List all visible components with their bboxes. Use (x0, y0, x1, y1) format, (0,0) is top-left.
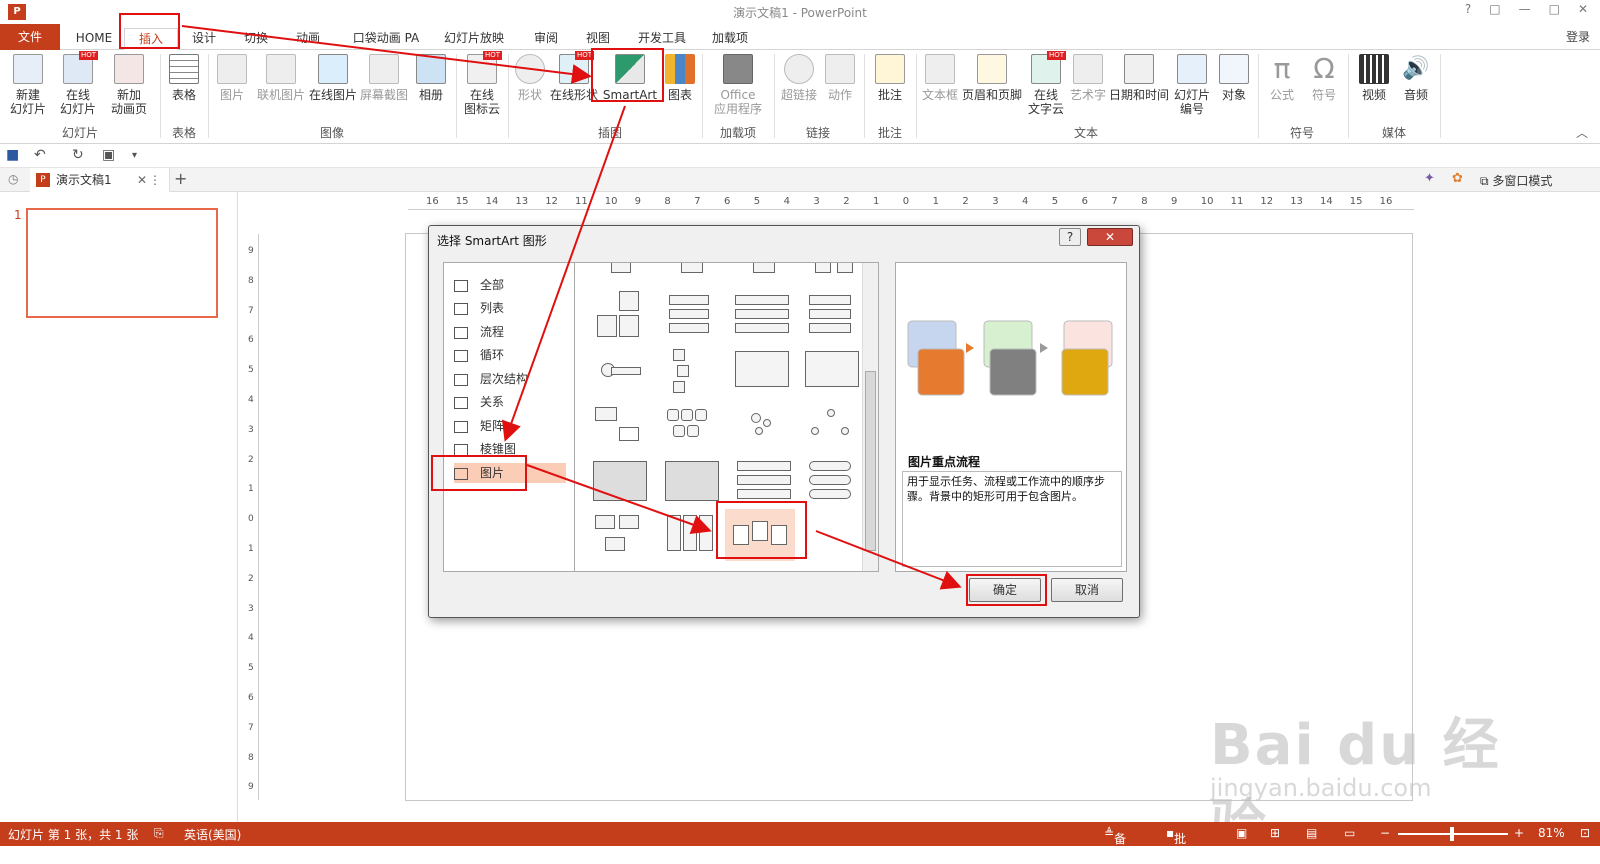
bottom-strip (0, 846, 1600, 862)
spellcheck-icon[interactable]: ⎘ (154, 826, 164, 841)
fit-slide-icon[interactable]: ⊡ (1580, 826, 1590, 840)
arrow-3 (526, 464, 712, 535)
notes-button[interactable]: ≜ 备注 (1104, 826, 1126, 863)
slideshow-view-icon[interactable]: ▭ (1344, 826, 1355, 840)
status-bar: 幻灯片 第 1 张，共 1 张 ⎘ 英语(美国) ≜ 备注 ▪ 批注 ▣ ⊞ ▤… (0, 822, 1600, 863)
slide-count: 幻灯片 第 1 张，共 1 张 (8, 828, 139, 842)
arrow-2 (501, 105, 626, 442)
language[interactable]: 英语(美国) (184, 826, 241, 843)
zoom-slider-thumb[interactable] (1450, 827, 1454, 841)
arrow-1 (181, 25, 592, 84)
zoom-in-icon[interactable]: + (1514, 826, 1524, 840)
slide-sorter-icon[interactable]: ⊞ (1270, 826, 1280, 840)
annotation-arrows (181, 25, 962, 590)
zoom-level[interactable]: 81% (1538, 826, 1565, 840)
arrow-4 (815, 530, 962, 590)
reading-view-icon[interactable]: ▤ (1306, 826, 1317, 840)
comments-button[interactable]: ▪ 批注 (1166, 826, 1186, 863)
zoom-out-icon[interactable]: − (1380, 826, 1390, 840)
normal-view-icon[interactable]: ▣ (1236, 826, 1247, 840)
